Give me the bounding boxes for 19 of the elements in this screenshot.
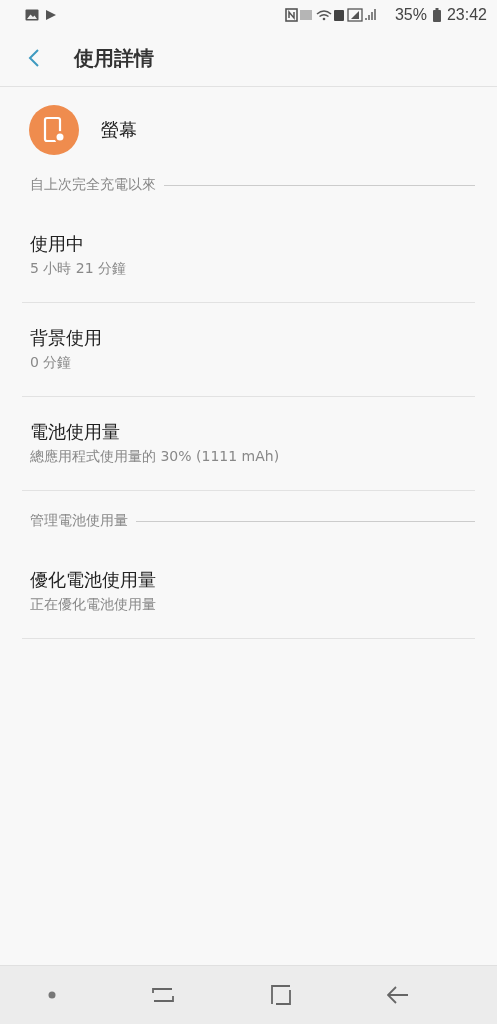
back-icon [28, 48, 40, 68]
screen-settings-icon [29, 105, 79, 155]
page-title: 使用詳情 [74, 44, 154, 72]
dot-icon[interactable] [48, 991, 57, 999]
battery-icon [432, 8, 441, 22]
gallery-icon [25, 9, 39, 21]
list-item[interactable]: 背景使用 0 分鐘 [22, 303, 475, 397]
home-icon[interactable] [270, 985, 291, 1005]
section-header: 管理電池使用量 [30, 512, 128, 530]
clock: 23:42 [446, 6, 487, 24]
section-header: 自上次完全充電以來 [30, 176, 156, 194]
list-item[interactable]: 優化電池使用量 正在優化電池使用量 [22, 545, 475, 639]
play-icon [45, 9, 57, 21]
back-arrow-icon[interactable] [386, 986, 409, 1004]
recents-icon[interactable] [152, 985, 175, 1005]
battery-percent: 35% [394, 6, 427, 24]
list-item[interactable]: 使用中 5 小時 21 分鐘 [22, 209, 475, 303]
app-name: 螢幕 [101, 118, 137, 142]
list-item[interactable]: 電池使用量 總應用程式使用量的 30% (1111 mAh) [22, 397, 475, 491]
